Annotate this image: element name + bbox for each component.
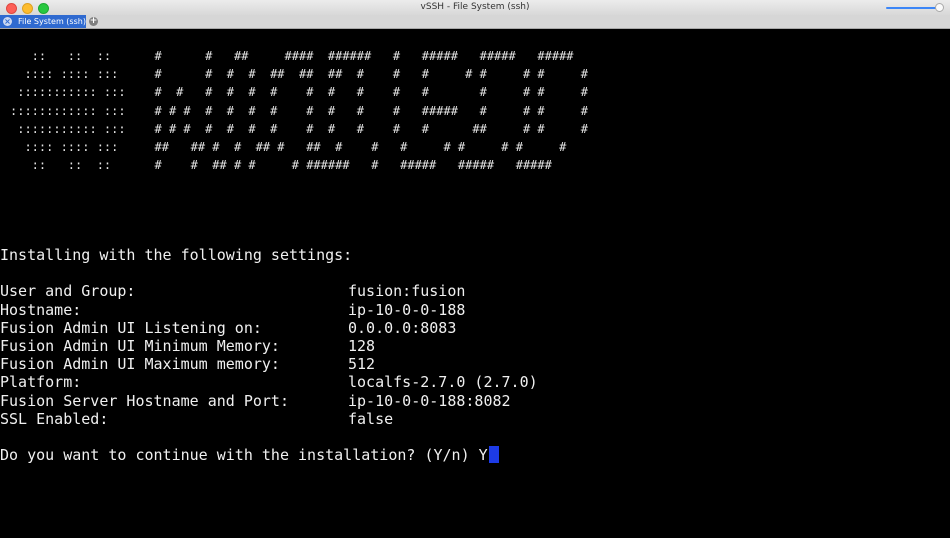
settings-row: Fusion Admin UI Listening on: 0.0.0.0:808… [0, 319, 499, 337]
continue-prompt: Do you want to continue with the install… [0, 446, 499, 464]
terminal-lines: Installing with the following settings: … [0, 246, 538, 464]
settings-heading: Installing with the following settings: [0, 246, 353, 264]
terminal-cursor [488, 446, 499, 464]
settings-row: Platform: localfs-2.7.0 (2.7.0) [0, 373, 538, 392]
setting-value: ip-10-0-0-188 [348, 300, 466, 319]
setting-label: SSL Enabled: [0, 409, 109, 428]
add-tab-icon[interactable]: + [89, 17, 98, 26]
tab-file-system[interactable]: × File System (ssh) [0, 15, 86, 28]
setting-label: Hostname: [0, 300, 82, 319]
setting-label: User and Group: [0, 282, 136, 301]
slider-knob[interactable] [935, 3, 944, 12]
setting-value: ip-10-0-0-188:8082 [348, 391, 511, 410]
close-icon[interactable]: × [3, 17, 12, 26]
ascii-banner: :: :: :: # # ## #### ###### # ##### ####… [10, 49, 588, 173]
setting-label: Platform: [0, 373, 82, 392]
setting-value: fusion:fusion [348, 282, 466, 301]
setting-value: 0.0.0.0:8083 [348, 318, 457, 337]
setting-label: Fusion Admin UI Listening on: [0, 318, 262, 337]
terminal-output[interactable]: :: :: :: # # ## #### ###### # ##### ####… [0, 29, 950, 538]
setting-label: Fusion Server Hostname and Port: [0, 391, 289, 410]
tab-label: File System (ssh) [18, 17, 86, 26]
setting-value: localfs-2.7.0 (2.7.0) [348, 373, 538, 392]
settings-row: SSL Enabled: false [0, 410, 499, 428]
settings-row: Hostname: ip-10-0-0-188 [0, 301, 499, 319]
settings-row: User and Group: fusion:fusion [0, 282, 499, 300]
zoom-slider[interactable] [886, 3, 944, 12]
setting-label: Fusion Admin UI Maximum memory: [0, 355, 280, 374]
setting-value: 128 [348, 336, 376, 355]
slider-track [886, 7, 940, 9]
setting-label: Fusion Admin UI Minimum Memory: [0, 336, 280, 355]
tab-bar: × File System (ssh) + [0, 15, 950, 29]
prompt-text: Do you want to continue with the install… [0, 446, 488, 465]
settings-row: Fusion Admin UI Minimum Memory: 128 [0, 337, 499, 355]
settings-row: Fusion Admin UI Maximum memory: 512 [0, 355, 499, 373]
settings-row: Fusion Server Hostname and Port: ip-10-0-… [0, 391, 511, 410]
window-title: vSSH - File System (ssh) [420, 2, 530, 12]
setting-value: 512 [348, 355, 376, 374]
setting-value: false [348, 409, 394, 428]
settings-list: User and Group: fusion:fusion Hostname: ip-… [0, 282, 538, 428]
window-titlebar: vSSH - File System (ssh) [0, 0, 950, 16]
